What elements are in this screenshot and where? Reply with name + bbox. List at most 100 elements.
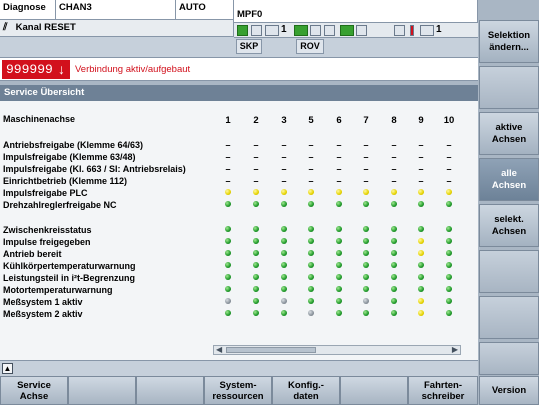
status-green-icon [225, 226, 231, 232]
status-green-icon [336, 238, 342, 244]
status-green-icon [391, 238, 397, 244]
softkey-h4[interactable]: System- ressourcen [204, 376, 272, 405]
dry-run-icon [294, 25, 308, 36]
status-green-icon [253, 274, 259, 280]
status-cell [441, 249, 457, 259]
status-green-icon [336, 298, 342, 304]
status-cell [220, 225, 236, 235]
softkey-v3[interactable]: aktive Achsen [479, 112, 539, 155]
softkey-v1[interactable]: Selektion ändern... [479, 20, 539, 63]
rov-indicator: ROV [296, 39, 324, 54]
status-cell [276, 297, 292, 307]
status-cell [441, 297, 457, 307]
softkey-h8[interactable]: Version [479, 376, 539, 405]
optional-stop-icon [324, 25, 335, 36]
status-cell [358, 200, 374, 210]
status-cell-text: – [281, 176, 287, 186]
status-cell-text: – [253, 176, 259, 186]
status-green-icon [225, 310, 231, 316]
status-yellow-icon [253, 189, 259, 195]
status-cell-text: – [253, 152, 259, 162]
status-cell [303, 261, 319, 271]
status-green-icon [308, 238, 314, 244]
softkey-v7[interactable] [479, 296, 539, 339]
horizontal-scrollbar[interactable]: ◀ ▶ [213, 345, 461, 355]
status-gray-icon [225, 298, 231, 304]
softkey-v8[interactable] [479, 342, 539, 375]
status-cell [386, 297, 402, 307]
row-label: Antriebsfreigabe (Klemme 64/63) [3, 140, 144, 150]
feed-icon [265, 25, 279, 36]
status-cell [441, 237, 457, 247]
softkey-v2[interactable] [479, 66, 539, 109]
softkey-v6[interactable] [479, 250, 539, 293]
status-green-icon [391, 298, 397, 304]
icon-counter-1: 1 [281, 24, 287, 35]
status-cell [358, 273, 374, 283]
status-cell [303, 309, 319, 319]
status-cell-text: – [308, 176, 314, 186]
alarm-line[interactable]: 999999 ↓ Verbindung aktiv/aufgebaut [0, 57, 478, 81]
status-cell [303, 237, 319, 247]
scroll-right-icon[interactable]: ▶ [452, 345, 458, 354]
status-green-icon [391, 250, 397, 256]
status-green-icon [391, 201, 397, 207]
status-cell [386, 200, 402, 210]
softkey-h7[interactable]: Fahrten- schreiber [408, 376, 478, 405]
skp-indicator: SKP [236, 39, 262, 54]
status-green-icon [391, 310, 397, 316]
status-cell-text: – [225, 140, 231, 150]
softkey-v5[interactable]: selekt. Achsen [479, 204, 539, 247]
status-yellow-icon [391, 189, 397, 195]
status-cell [220, 200, 236, 210]
status-green-icon [363, 286, 369, 292]
status-cell [358, 285, 374, 295]
status-green-icon [281, 310, 287, 316]
status-cell-text: – [363, 152, 369, 162]
status-cell [331, 237, 347, 247]
status-cell [248, 261, 264, 271]
status-green-icon [281, 274, 287, 280]
status-green-icon [225, 262, 231, 268]
softkey-h1[interactable]: Service Achse [0, 376, 68, 405]
column-header-axis: 8 [391, 115, 397, 126]
scroll-thumb[interactable] [226, 347, 316, 353]
status-cell [413, 297, 429, 307]
status-green-icon [336, 226, 342, 232]
status-green-icon [281, 286, 287, 292]
status-green-icon [225, 201, 231, 207]
status-cell [331, 309, 347, 319]
status-cell [303, 297, 319, 307]
status-cell [441, 188, 457, 198]
axis-label: Maschinenachse [3, 114, 76, 124]
operating-area-label: Diagnose [0, 0, 56, 20]
softkey-v4[interactable]: alle Achsen [479, 158, 539, 201]
status-green-icon [446, 274, 452, 280]
scroll-left-icon[interactable]: ◀ [216, 345, 222, 354]
status-cell [358, 237, 374, 247]
status-green-icon [308, 226, 314, 232]
status-cell-text: – [281, 140, 287, 150]
status-cell [303, 249, 319, 259]
expand-up-icon[interactable]: ▲ [2, 363, 13, 374]
status-cell [413, 225, 429, 235]
status-cell [248, 200, 264, 210]
softkey-h5[interactable]: Konfig.- daten [272, 376, 340, 405]
status-cell [276, 225, 292, 235]
status-cell-text: – [418, 140, 424, 150]
status-cell [220, 309, 236, 319]
softkey-h3[interactable] [136, 376, 204, 405]
status-green-icon [418, 274, 424, 280]
status-green-icon [418, 226, 424, 232]
softkey-h6[interactable] [340, 376, 408, 405]
status-cell [413, 285, 429, 295]
status-green-icon [281, 250, 287, 256]
status-cell [220, 188, 236, 198]
softkey-h2[interactable] [68, 376, 136, 405]
row-label: Zwischenkreisstatus [3, 225, 92, 235]
status-green-icon [363, 238, 369, 244]
status-green-icon [391, 274, 397, 280]
row-label: Leistungsteil in i²t-Begrenzung [3, 273, 135, 283]
status-green-icon [336, 286, 342, 292]
status-green-icon [336, 274, 342, 280]
